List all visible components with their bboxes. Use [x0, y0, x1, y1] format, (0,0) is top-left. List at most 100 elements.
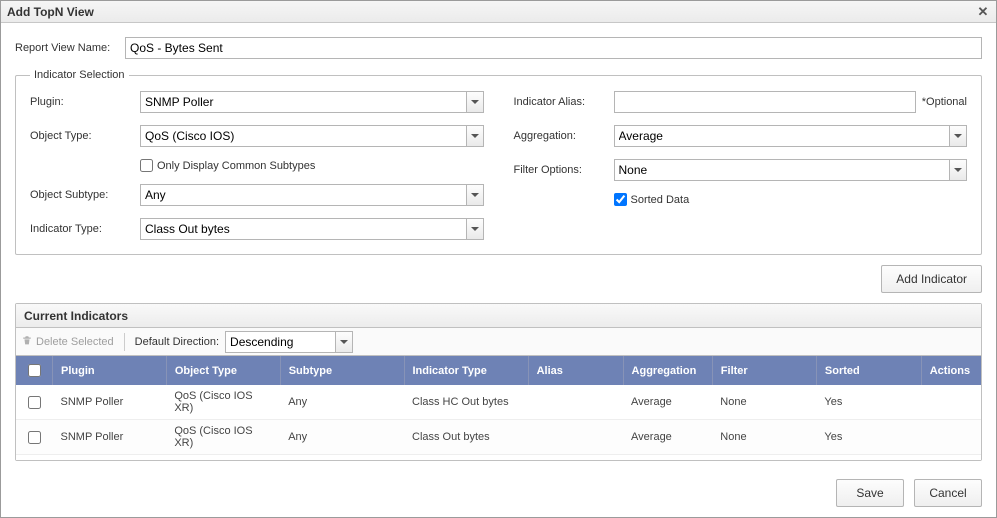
header-checkbox[interactable]: [28, 364, 41, 377]
cell-filter: None: [712, 455, 816, 461]
sorted-data-checkbox-input[interactable]: [614, 193, 627, 206]
optional-label: *Optional: [922, 96, 967, 108]
cell-aggregation: Average: [623, 385, 712, 420]
trash-icon: [22, 335, 32, 348]
cell-indicator-type: Class Out bytes: [404, 420, 528, 455]
only-display-checkbox[interactable]: Only Display Common Subtypes: [140, 159, 315, 172]
cell-filter: None: [712, 385, 816, 420]
sorted-data-label: Sorted Data: [631, 194, 690, 206]
report-view-name-input[interactable]: [125, 37, 982, 59]
col-aggregation[interactable]: Aggregation: [623, 356, 712, 385]
aggregation-value[interactable]: [614, 125, 950, 147]
delete-selected-button[interactable]: Delete Selected: [22, 335, 114, 348]
table-row[interactable]: SNMP Poller QoS (Cisco IOS XR) Any Class…: [16, 385, 981, 420]
chevron-down-icon[interactable]: [949, 125, 967, 147]
dialog-footer: Save Cancel: [1, 469, 996, 517]
cell-object-type: QoS (Cisco IOS XR): [166, 420, 280, 455]
indicator-alias-label: Indicator Alias:: [514, 96, 614, 108]
chevron-down-icon[interactable]: [466, 125, 484, 147]
plugin-value[interactable]: [140, 91, 466, 113]
dialog-title: Add TopN View: [7, 5, 94, 19]
cell-alias: [528, 455, 623, 461]
cell-aggregation: Average: [623, 455, 712, 461]
object-type-value[interactable]: [140, 125, 466, 147]
col-sorted[interactable]: Sorted: [816, 356, 921, 385]
cell-alias: [528, 385, 623, 420]
cell-object-type: QoS (Cisco IOS XR): [166, 385, 280, 420]
separator: [124, 333, 125, 351]
object-type-select[interactable]: [140, 125, 484, 147]
default-direction-value[interactable]: [225, 331, 335, 353]
indicators-toolbar: Delete Selected Default Direction:: [16, 328, 981, 356]
cell-filter: None: [712, 420, 816, 455]
aggregation-select[interactable]: [614, 125, 968, 147]
add-indicator-button[interactable]: Add Indicator: [881, 265, 982, 293]
chevron-down-icon[interactable]: [466, 218, 484, 240]
cell-sorted: Yes: [816, 420, 921, 455]
cell-subtype: Any: [280, 455, 404, 461]
col-alias[interactable]: Alias: [528, 356, 623, 385]
cell-actions: [921, 455, 981, 461]
sorted-data-checkbox[interactable]: Sorted Data: [614, 193, 690, 206]
filter-options-select[interactable]: [614, 159, 968, 181]
cell-plugin: SNMP Poller: [53, 455, 167, 461]
indicator-selection-group: Indicator Selection Plugin: Object Type:: [15, 69, 982, 255]
add-topn-view-dialog: Add TopN View ✕ Report View Name: Indica…: [0, 0, 997, 518]
cell-sorted: Yes: [816, 385, 921, 420]
cell-indicator-type: Class HC Out bytes: [404, 385, 528, 420]
col-plugin[interactable]: Plugin: [53, 356, 167, 385]
indicator-type-value[interactable]: [140, 218, 466, 240]
table-row[interactable]: SNMP Poller QoS (Cisco IOS) Any Class HC…: [16, 455, 981, 461]
row-checkbox[interactable]: [28, 431, 41, 444]
indicator-selection-legend: Indicator Selection: [30, 69, 129, 81]
col-actions[interactable]: Actions: [921, 356, 981, 385]
close-icon[interactable]: ✕: [976, 5, 990, 19]
col-subtype[interactable]: Subtype: [280, 356, 404, 385]
col-object-type[interactable]: Object Type: [166, 356, 280, 385]
only-display-checkbox-input[interactable]: [140, 159, 153, 172]
cell-object-type: QoS (Cisco IOS): [166, 455, 280, 461]
cell-actions: [921, 420, 981, 455]
plugin-select[interactable]: [140, 91, 484, 113]
object-subtype-label: Object Subtype:: [30, 189, 140, 201]
object-subtype-select[interactable]: [140, 184, 484, 206]
chevron-down-icon[interactable]: [466, 91, 484, 113]
header-checkbox-cell[interactable]: [16, 356, 53, 385]
chevron-down-icon[interactable]: [466, 184, 484, 206]
cancel-button[interactable]: Cancel: [914, 479, 982, 507]
col-indicator-type[interactable]: Indicator Type: [404, 356, 528, 385]
object-subtype-value[interactable]: [140, 184, 466, 206]
report-view-name-row: Report View Name:: [15, 37, 982, 59]
cell-indicator-type: Class HC Out bytes: [404, 455, 528, 461]
default-direction-select[interactable]: [225, 331, 353, 353]
indicators-table: Plugin Object Type Subtype Indicator Typ…: [16, 356, 981, 460]
indicator-type-select[interactable]: [140, 218, 484, 240]
save-button[interactable]: Save: [836, 479, 904, 507]
default-direction-label: Default Direction:: [135, 336, 219, 348]
chevron-down-icon[interactable]: [335, 331, 353, 353]
report-view-name-label: Report View Name:: [15, 42, 125, 54]
cell-plugin: SNMP Poller: [53, 420, 167, 455]
cell-actions: [921, 385, 981, 420]
table-row[interactable]: SNMP Poller QoS (Cisco IOS XR) Any Class…: [16, 420, 981, 455]
cell-plugin: SNMP Poller: [53, 385, 167, 420]
object-type-label: Object Type:: [30, 130, 140, 142]
table-header-row: Plugin Object Type Subtype Indicator Typ…: [16, 356, 981, 385]
cell-alias: [528, 420, 623, 455]
filter-options-value[interactable]: [614, 159, 950, 181]
filter-options-label: Filter Options:: [514, 164, 614, 176]
row-checkbox[interactable]: [28, 396, 41, 409]
current-indicators-panel: Current Indicators Delete Selected Defau…: [15, 303, 982, 461]
current-indicators-title: Current Indicators: [16, 304, 981, 328]
aggregation-label: Aggregation:: [514, 130, 614, 142]
col-filter[interactable]: Filter: [712, 356, 816, 385]
dialog-titlebar: Add TopN View ✕: [1, 1, 996, 23]
indicator-alias-input[interactable]: [614, 91, 916, 113]
cell-subtype: Any: [280, 385, 404, 420]
cell-subtype: Any: [280, 420, 404, 455]
cell-sorted: Yes: [816, 455, 921, 461]
indicator-type-label: Indicator Type:: [30, 223, 140, 235]
cell-aggregation: Average: [623, 420, 712, 455]
plugin-label: Plugin:: [30, 96, 140, 108]
chevron-down-icon[interactable]: [949, 159, 967, 181]
